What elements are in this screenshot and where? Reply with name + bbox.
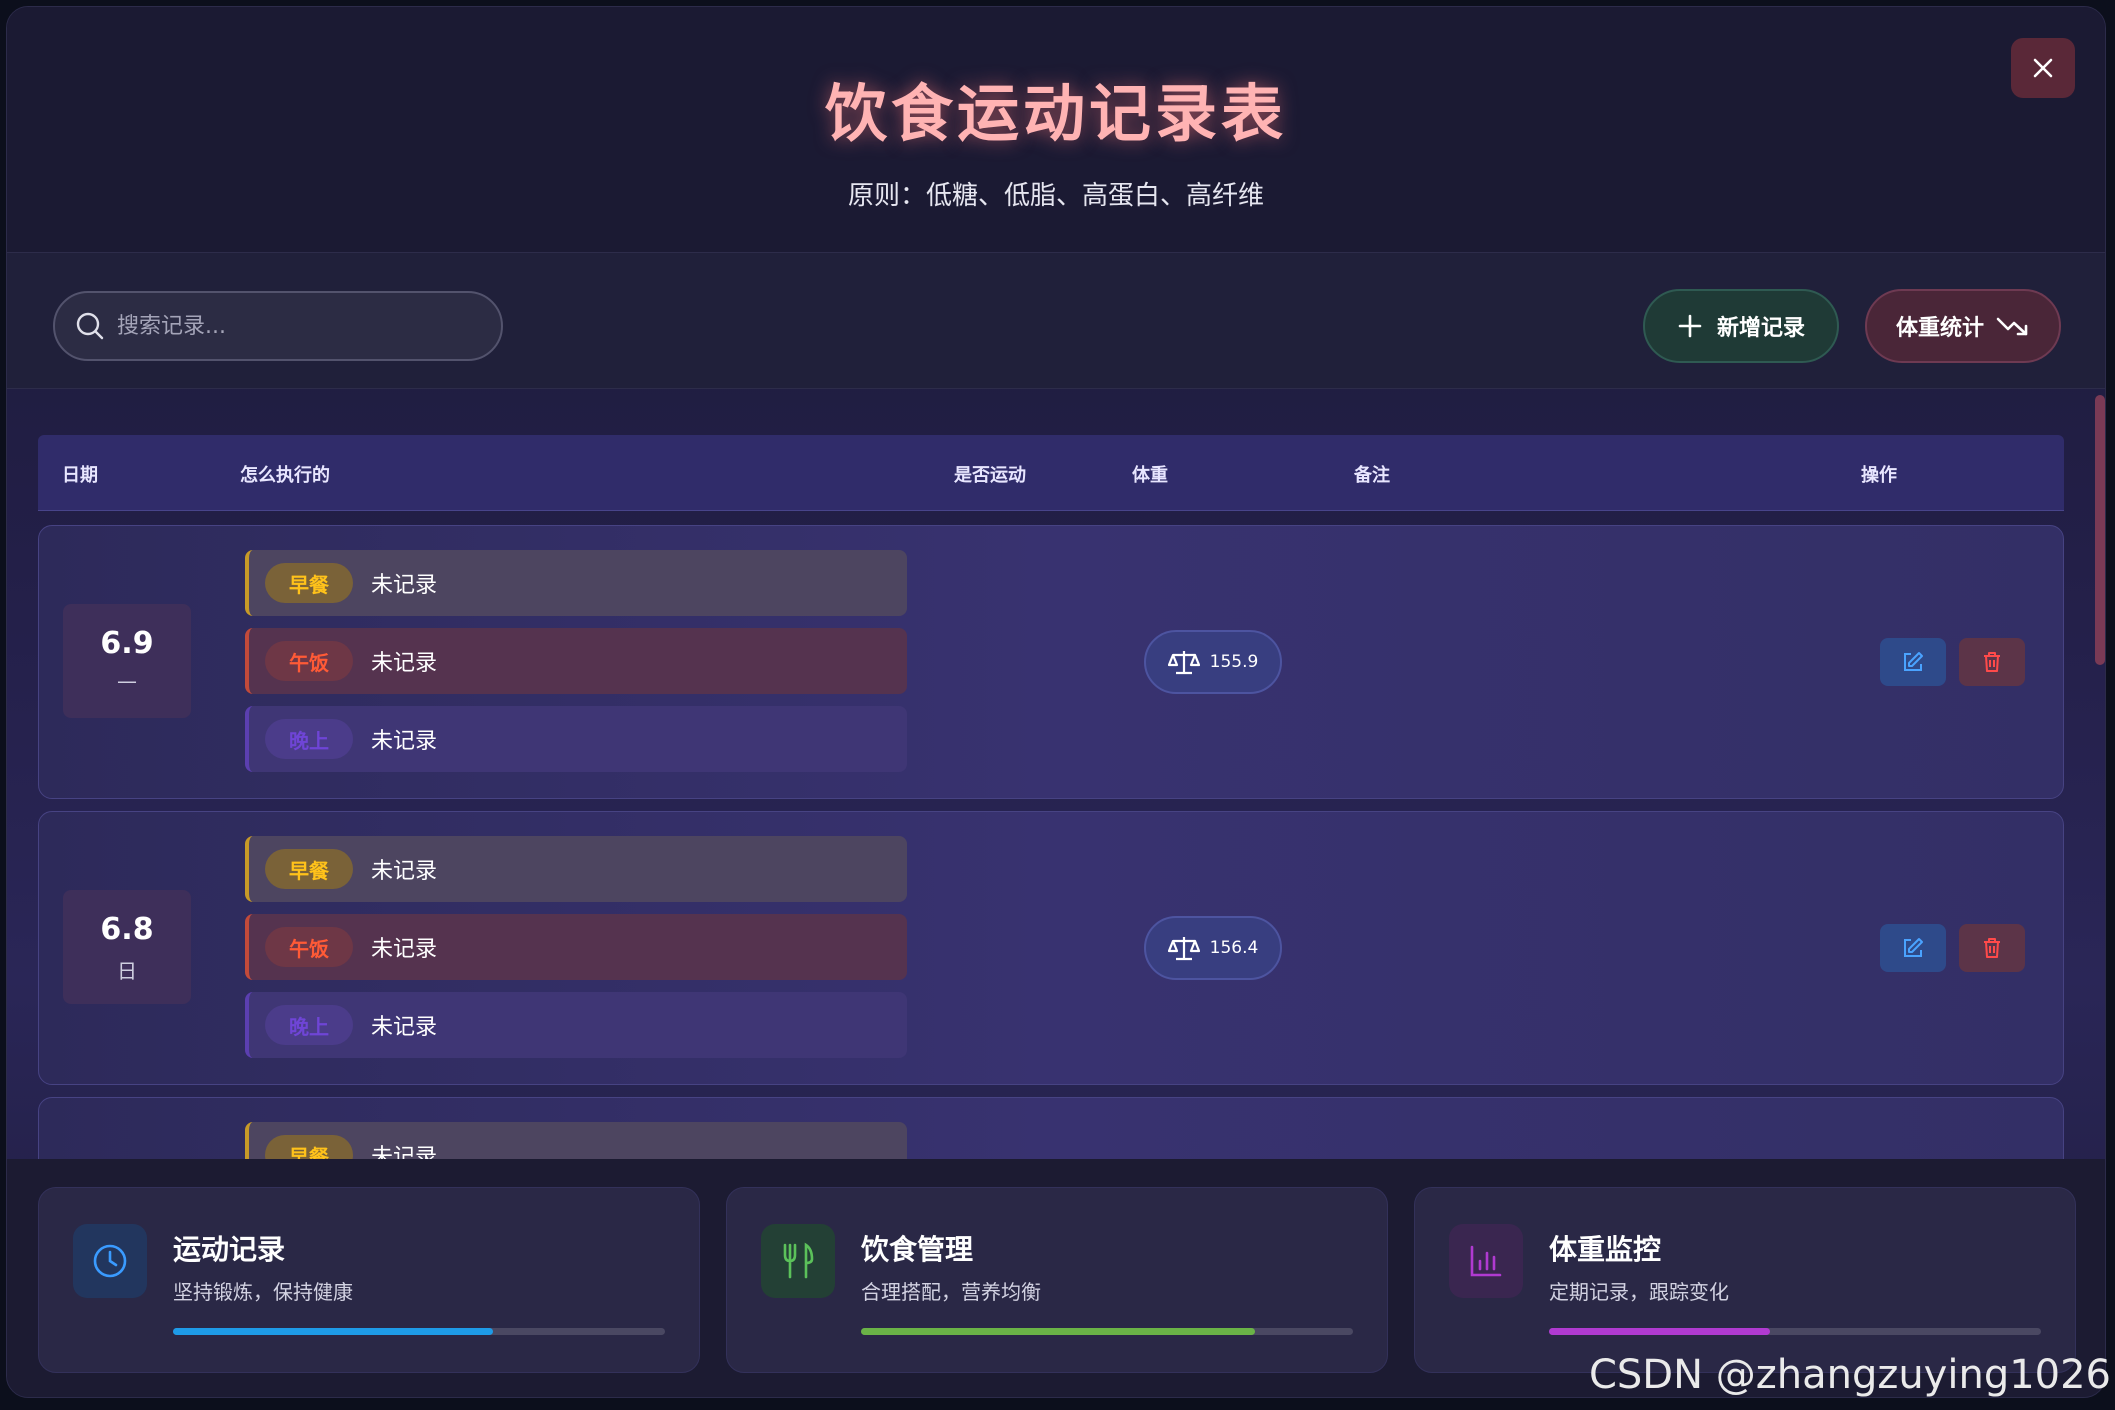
app-window: 饮食运动记录表 原则：低糖、低脂、高蛋白、高纤维 新增记录 体重统计 日期 怎么… bbox=[6, 6, 2106, 1398]
meal-text: 未记录 bbox=[371, 859, 438, 884]
card-exercise: 运动记录 坚持锻炼，保持健康 bbox=[38, 1187, 700, 1373]
table-row: 早餐 未记录 bbox=[38, 1097, 2064, 1159]
add-record-label: 新增记录 bbox=[1716, 316, 1805, 341]
page-header: 饮食运动记录表 原则：低糖、低脂、高蛋白、高纤维 bbox=[7, 7, 2105, 253]
clock-icon bbox=[93, 1244, 127, 1278]
page-title: 饮食运动记录表 bbox=[824, 77, 1287, 150]
card-weight: 体重监控 定期记录，跟踪变化 bbox=[1414, 1187, 2076, 1373]
column-execution: 怎么执行的 bbox=[240, 465, 330, 486]
meal-lunch: 午饭 未记录 bbox=[245, 628, 907, 694]
bar-chart-icon bbox=[1470, 1245, 1502, 1277]
weight-badge: 155.9 bbox=[1144, 630, 1282, 694]
card-diet: 饮食管理 合理搭配，营养均衡 bbox=[726, 1187, 1388, 1373]
search-input[interactable] bbox=[117, 313, 501, 339]
lunch-tag: 午饭 bbox=[265, 641, 353, 681]
card-subtitle: 定期记录，跟踪变化 bbox=[1549, 1280, 1729, 1304]
meal-breakfast: 早餐 未记录 bbox=[245, 836, 907, 902]
watermark: CSDN @zhangzuying1026 bbox=[1588, 1352, 2111, 1398]
meal-text: 未记录 bbox=[371, 1015, 438, 1040]
table-row: 6.9 — 早餐 未记录 午饭 未记录 晚上 未记录 155.9 bbox=[38, 525, 2064, 799]
edit-button[interactable] bbox=[1880, 638, 1946, 686]
search-icon bbox=[76, 312, 104, 340]
column-date: 日期 bbox=[62, 465, 98, 486]
weight-stats-button[interactable]: 体重统计 bbox=[1865, 289, 2061, 363]
meal-breakfast: 早餐 未记录 bbox=[245, 550, 907, 616]
dinner-tag: 晚上 bbox=[265, 1005, 353, 1045]
day-value: 日 bbox=[117, 959, 137, 983]
dinner-tag: 晚上 bbox=[265, 719, 353, 759]
edit-icon bbox=[1904, 938, 1923, 957]
column-notes: 备注 bbox=[1354, 465, 1390, 486]
scrollbar-thumb[interactable] bbox=[2095, 395, 2105, 665]
column-weight: 体重 bbox=[1132, 465, 1168, 486]
weight-value: 155.9 bbox=[1209, 652, 1259, 672]
progress-fill bbox=[173, 1328, 493, 1335]
weight-badge: 156.4 bbox=[1144, 916, 1282, 980]
date-value: 6.8 bbox=[100, 912, 154, 947]
meal-breakfast: 早餐 未记录 bbox=[245, 1122, 907, 1159]
edit-icon bbox=[1904, 652, 1923, 671]
meal-dinner: 晚上 未记录 bbox=[245, 992, 907, 1058]
breakfast-tag: 早餐 bbox=[265, 1135, 353, 1159]
utensils-icon bbox=[783, 1242, 814, 1279]
table-header: 日期 怎么执行的 是否运动 体重 备注 操作 bbox=[38, 435, 2064, 511]
progress-track bbox=[861, 1328, 1353, 1335]
edit-button[interactable] bbox=[1880, 924, 1946, 972]
trash-icon bbox=[1984, 652, 2000, 672]
scale-icon bbox=[1167, 937, 1200, 961]
progress-fill bbox=[1549, 1328, 1771, 1335]
breakfast-tag: 早餐 bbox=[265, 849, 353, 889]
scale-icon bbox=[1167, 651, 1200, 675]
weight-stats-label: 体重统计 bbox=[1895, 316, 1984, 341]
toolbar: 新增记录 体重统计 bbox=[7, 253, 2105, 389]
card-title: 饮食管理 bbox=[861, 1233, 974, 1266]
card-icon-wrap bbox=[1449, 1224, 1523, 1298]
progress-track bbox=[173, 1328, 665, 1335]
meal-text: 未记录 bbox=[371, 1145, 438, 1159]
card-icon-wrap bbox=[73, 1224, 147, 1298]
progress-track bbox=[1549, 1328, 2041, 1335]
date-value: 6.9 bbox=[100, 626, 154, 661]
meal-lunch: 午饭 未记录 bbox=[245, 914, 907, 980]
records-table: 日期 怎么执行的 是否运动 体重 备注 操作 6.9 — 早餐 未记录 午饭 未… bbox=[7, 389, 2105, 1159]
card-title: 体重监控 bbox=[1549, 1233, 1662, 1266]
page-subtitle: 原则：低糖、低脂、高蛋白、高纤维 bbox=[847, 181, 1264, 211]
day-value: — bbox=[117, 669, 137, 693]
plus-icon bbox=[1678, 314, 1702, 338]
date-cell: 6.9 — bbox=[63, 604, 191, 718]
delete-button[interactable] bbox=[1959, 638, 2025, 686]
trash-icon bbox=[1984, 938, 2000, 958]
lunch-tag: 午饭 bbox=[265, 927, 353, 967]
meal-dinner: 晚上 未记录 bbox=[245, 706, 907, 772]
trending-down-icon bbox=[1996, 317, 2028, 336]
card-subtitle: 坚持锻炼，保持健康 bbox=[173, 1280, 353, 1304]
search-box[interactable] bbox=[53, 291, 503, 361]
card-icon-wrap bbox=[761, 1224, 835, 1298]
delete-button[interactable] bbox=[1959, 924, 2025, 972]
meal-text: 未记录 bbox=[371, 937, 438, 962]
add-record-button[interactable]: 新增记录 bbox=[1643, 289, 1839, 363]
column-actions: 操作 bbox=[1861, 465, 1897, 486]
progress-fill bbox=[861, 1328, 1255, 1335]
meal-text: 未记录 bbox=[371, 729, 438, 754]
card-subtitle: 合理搭配，营养均衡 bbox=[861, 1280, 1041, 1304]
column-exercise: 是否运动 bbox=[954, 465, 1026, 486]
close-button[interactable] bbox=[2011, 38, 2075, 98]
meal-text: 未记录 bbox=[371, 651, 438, 676]
breakfast-tag: 早餐 bbox=[265, 563, 353, 603]
card-title: 运动记录 bbox=[173, 1233, 286, 1266]
meal-text: 未记录 bbox=[371, 573, 438, 598]
weight-value: 156.4 bbox=[1209, 938, 1259, 958]
table-row: 6.8 日 早餐 未记录 午饭 未记录 晚上 未记录 156.4 bbox=[38, 811, 2064, 1085]
close-icon bbox=[2033, 58, 2053, 78]
date-cell: 6.8 日 bbox=[63, 890, 191, 1004]
